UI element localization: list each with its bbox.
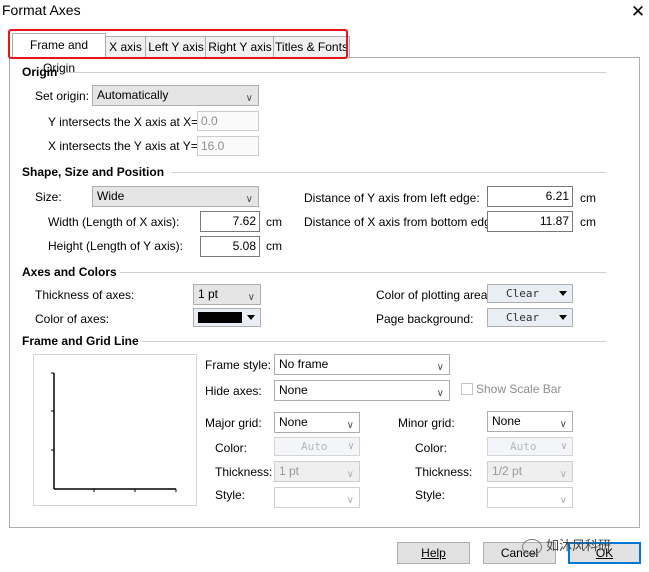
size-label: Size: bbox=[35, 190, 62, 204]
size-value: Wide bbox=[97, 189, 125, 203]
dist-y-field[interactable]: 6.21 bbox=[487, 186, 573, 207]
width-label: Width (Length of X axis): bbox=[48, 215, 180, 229]
page-bg-value: Clear bbox=[506, 311, 540, 324]
section-axes-colors-heading: Axes and Colors bbox=[22, 265, 117, 279]
show-scale-bar-label: Show Scale Bar bbox=[476, 382, 562, 396]
section-divider bbox=[62, 72, 606, 73]
watermark: 如沐风科研 bbox=[522, 535, 611, 555]
plot-area-color-select[interactable]: Clear bbox=[487, 284, 573, 303]
x-intersects-label: X intersects the Y axis at Y= bbox=[48, 139, 198, 153]
set-origin-label: Set origin: bbox=[35, 89, 90, 103]
major-color-value: Auto bbox=[301, 440, 328, 453]
hide-axes-value: None bbox=[279, 383, 308, 397]
chevron-down-icon: ∨ bbox=[347, 441, 354, 452]
window-title: Format Axes bbox=[2, 2, 81, 18]
axes-preview bbox=[33, 354, 197, 506]
chevron-down-icon: ∨ bbox=[247, 292, 255, 303]
chevron-down-icon: ∨ bbox=[559, 469, 567, 480]
tab-highlight-box bbox=[8, 29, 348, 59]
section-shape-heading: Shape, Size and Position bbox=[22, 165, 165, 179]
minor-grid-label: Minor grid: bbox=[398, 416, 455, 430]
height-field[interactable]: 5.08 bbox=[200, 236, 260, 257]
section-divider bbox=[172, 172, 606, 173]
plot-area-color-label: Color of plotting area: bbox=[376, 288, 491, 302]
major-grid-value: None bbox=[279, 415, 308, 429]
major-thickness-label: Thickness: bbox=[215, 465, 273, 479]
show-scale-bar-checkbox[interactable] bbox=[461, 383, 473, 395]
chevron-down-icon: ∨ bbox=[346, 495, 354, 506]
chevron-down-icon: ∨ bbox=[346, 469, 354, 480]
help-button-label: Help bbox=[421, 546, 446, 560]
chevron-down-icon: ∨ bbox=[346, 420, 354, 431]
minor-color-label: Color: bbox=[415, 441, 448, 455]
chevron-down-icon: ∨ bbox=[245, 93, 253, 104]
width-unit: cm bbox=[266, 215, 282, 229]
chevron-down-icon: ∨ bbox=[559, 495, 567, 506]
chevron-down-icon: ∨ bbox=[560, 441, 567, 452]
dist-x-label: Distance of X axis from bottom edge: bbox=[304, 215, 501, 229]
major-thickness-value: 1 pt bbox=[279, 464, 300, 478]
major-style-select[interactable]: ∨ bbox=[274, 487, 360, 508]
dist-y-unit: cm bbox=[580, 191, 596, 205]
dropdown-arrow-icon bbox=[559, 315, 567, 320]
x-intersects-field[interactable]: 16.0 bbox=[197, 136, 259, 156]
height-unit: cm bbox=[266, 239, 282, 253]
section-frame-grid-heading: Frame and Grid Line bbox=[22, 334, 139, 348]
y-intersects-label: Y intersects the X axis at X= bbox=[48, 115, 199, 129]
major-style-label: Style: bbox=[215, 488, 246, 502]
major-grid-label: Major grid: bbox=[205, 416, 262, 430]
hide-axes-label: Hide axes: bbox=[205, 384, 262, 398]
frame-style-select[interactable]: No frame ∨ bbox=[274, 354, 450, 375]
section-divider bbox=[120, 272, 606, 273]
page-bg-label: Page background: bbox=[376, 312, 474, 326]
thickness-axes-value: 1 pt bbox=[198, 287, 219, 301]
minor-grid-value: None bbox=[492, 414, 521, 428]
set-origin-value: Automatically bbox=[97, 88, 169, 102]
frame-style-value: No frame bbox=[279, 357, 329, 371]
height-label: Height (Length of Y axis): bbox=[48, 239, 183, 253]
thickness-axes-select[interactable]: 1 pt ∨ bbox=[193, 284, 261, 305]
section-divider bbox=[142, 341, 606, 342]
size-select[interactable]: Wide ∨ bbox=[92, 186, 259, 207]
y-intersects-field[interactable]: 0.0 bbox=[197, 111, 259, 131]
color-axes-select[interactable] bbox=[193, 308, 261, 327]
page-bg-select[interactable]: Clear bbox=[487, 308, 573, 327]
dist-x-unit: cm bbox=[580, 215, 596, 229]
color-axes-swatch bbox=[198, 312, 242, 323]
frame-style-label: Frame style: bbox=[205, 358, 272, 372]
major-grid-select[interactable]: None ∨ bbox=[274, 412, 360, 433]
minor-color-value: Auto bbox=[510, 440, 537, 453]
minor-style-label: Style: bbox=[415, 488, 446, 502]
color-axes-label: Color of axes: bbox=[35, 312, 110, 326]
minor-color-select[interactable]: Auto ∨ bbox=[487, 437, 573, 456]
dropdown-arrow-icon bbox=[247, 315, 255, 320]
chevron-down-icon: ∨ bbox=[245, 194, 253, 205]
major-color-label: Color: bbox=[215, 441, 248, 455]
dropdown-arrow-icon bbox=[559, 291, 567, 296]
chevron-down-icon: ∨ bbox=[559, 419, 567, 430]
axes-preview-graphic bbox=[51, 372, 177, 492]
minor-thickness-label: Thickness: bbox=[415, 465, 473, 479]
dist-x-field[interactable]: 11.87 bbox=[487, 211, 573, 232]
width-field[interactable]: 7.62 bbox=[200, 211, 260, 232]
chevron-down-icon: ∨ bbox=[436, 388, 444, 399]
thickness-axes-label: Thickness of axes: bbox=[35, 288, 135, 302]
major-color-select[interactable]: Auto ∨ bbox=[274, 437, 360, 456]
major-thickness-select[interactable]: 1 pt ∨ bbox=[274, 461, 360, 482]
help-button[interactable]: Help bbox=[397, 542, 470, 564]
wechat-icon bbox=[522, 538, 542, 555]
dist-y-label: Distance of Y axis from left edge: bbox=[304, 191, 480, 205]
chevron-down-icon: ∨ bbox=[436, 362, 444, 373]
minor-thickness-value: 1/2 pt bbox=[492, 464, 523, 478]
minor-style-select[interactable]: ∨ bbox=[487, 487, 573, 508]
plot-area-color-value: Clear bbox=[506, 287, 540, 300]
close-icon[interactable]: ✕ bbox=[628, 0, 648, 24]
hide-axes-select[interactable]: None ∨ bbox=[274, 380, 450, 401]
set-origin-select[interactable]: Automatically ∨ bbox=[92, 85, 259, 106]
minor-thickness-select[interactable]: 1/2 pt ∨ bbox=[487, 461, 573, 482]
watermark-text: 如沐风科研 bbox=[546, 538, 612, 553]
minor-grid-select[interactable]: None ∨ bbox=[487, 411, 573, 432]
